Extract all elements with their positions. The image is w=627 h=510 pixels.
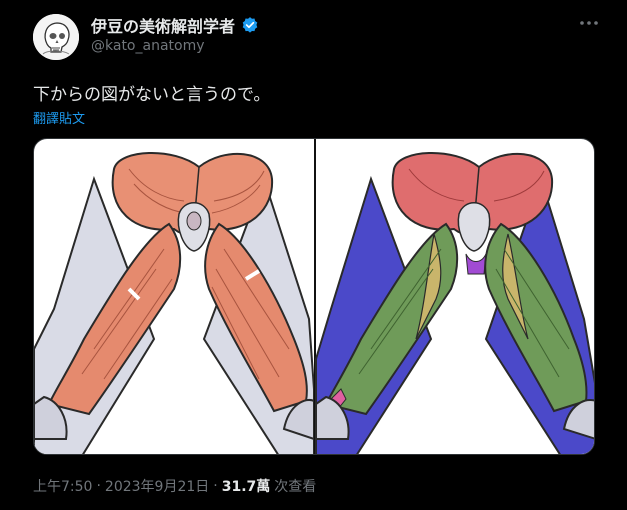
author-name-row[interactable]: 伊豆の美術解剖学者 (91, 13, 259, 37)
meta-separator: · (96, 478, 101, 494)
verified-badge-icon (242, 17, 258, 33)
meta-separator: · (213, 478, 218, 494)
author-handle[interactable]: @kato_anatomy (91, 38, 205, 54)
left-illustration (34, 151, 315, 454)
tweet-meta: 上午7:50 · 2023年9月21日 · 31.7萬 次查看 (33, 476, 316, 496)
tweet-date[interactable]: 2023年9月21日 (105, 476, 209, 496)
translate-post-link[interactable]: 翻譯貼文 (33, 108, 85, 127)
more-options-icon[interactable] (579, 18, 599, 28)
skull-avatar-image (33, 14, 79, 60)
right-illustration (315, 151, 594, 454)
tweet-media[interactable] (33, 138, 595, 455)
avatar[interactable] (33, 14, 79, 60)
anatomy-illustration (34, 139, 594, 454)
author-display-name[interactable]: 伊豆の美術解剖学者 (91, 13, 235, 37)
tweet-text: 下からの図がないと言うので。 (33, 85, 271, 105)
view-label: 次查看 (274, 479, 317, 495)
view-count: 31.7萬 (221, 479, 271, 495)
tweet-time[interactable]: 上午7:50 (33, 476, 92, 496)
